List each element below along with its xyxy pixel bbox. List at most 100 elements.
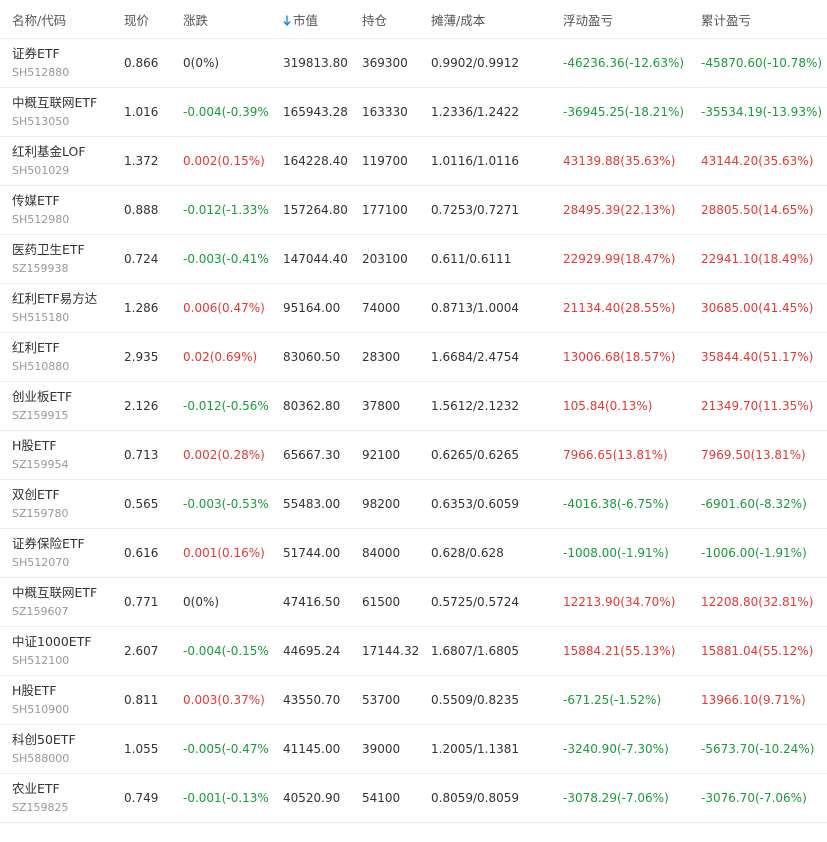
float-pl-cell: 7966.65(13.81%) [563,448,668,462]
holding-name[interactable]: 农业ETF [12,780,110,798]
change-cell: -0.012(-0.56%) [183,399,270,413]
holding-code: SZ159938 [12,262,69,275]
table-row[interactable]: 红利ETF易方达 SH515180 1.286 0.006(0.47%) 95164.0… [0,284,827,333]
total-pl-cell: -6901.60(-8.32%) [701,497,807,511]
table-row[interactable]: 证券保险ETF SH512070 0.616 0.001(0.16%) 51744.00… [0,529,827,578]
change-cell: -0.012(-1.33%) [183,203,270,217]
float-pl-cell: 13006.68(18.57%) [563,350,676,364]
holding-name[interactable]: 红利ETF [12,339,110,357]
price-cell: 0.811 [124,693,159,707]
table-row[interactable]: 中概互联网ETF SH513050 1.016 -0.004(-0.39%) 16594… [0,88,827,137]
header-market-value-label: 市值 [293,12,319,28]
holding-name-cell: 证券保险ETF SH512070 [0,535,110,571]
holding-name-cell: 证券ETF SH512880 [0,45,110,81]
holding-code: SH510880 [12,360,70,373]
market-value-cell: 65667.30 [283,448,341,462]
holding-name[interactable]: 中概互联网ETF [12,94,110,112]
header-position[interactable]: 持仓 [349,10,418,29]
table-row[interactable]: 红利ETF SH510880 2.935 0.02(0.69%) 83060.50 283… [0,333,827,382]
float-pl-cell: -3078.29(-7.06%) [563,791,669,805]
table-row[interactable]: 红利基金LOF SH501029 1.372 0.002(0.15%) 164228.4… [0,137,827,186]
cost-cell: 1.6684/2.4754 [431,350,520,364]
holding-name[interactable]: 中证1000ETF [12,633,110,651]
holding-name[interactable]: 医药卫生ETF [12,241,110,259]
cost-cell: 0.6353/0.6059 [431,497,520,511]
table-row[interactable]: H股ETF SZ159954 0.713 0.002(0.28%) 65667.30 92… [0,431,827,480]
table-row[interactable]: 中证1000ETF SH512100 2.607 -0.004(-0.15%) 4469… [0,627,827,676]
table-row[interactable]: H股ETF SH510900 0.811 0.003(0.37%) 43550.70 53… [0,676,827,725]
holding-name[interactable]: H股ETF [12,437,110,455]
price-cell: 0.565 [124,497,159,511]
float-pl-cell: -671.25(-1.52%) [563,693,662,707]
cost-cell: 0.8059/0.8059 [431,791,520,805]
holding-name[interactable]: 科创50ETF [12,731,110,749]
market-value-cell: 40520.90 [283,791,341,805]
holding-name-cell: 双创ETF SZ159780 [0,486,110,522]
change-cell: 0.02(0.69%) [183,350,258,364]
table-row[interactable]: 科创50ETF SH588000 1.055 -0.005(-0.47%) 41145.… [0,725,827,774]
header-name-code[interactable]: 名称/代码 [0,10,110,29]
change-cell: 0(0%) [183,56,220,70]
position-cell: 369300 [362,56,408,70]
price-cell: 0.749 [124,791,159,805]
total-pl-cell: 21349.70(11.35%) [701,399,814,413]
header-total-pl[interactable]: 累计盈亏 [688,10,827,29]
total-pl-cell: 7969.50(13.81%) [701,448,806,462]
table-row[interactable]: 证券ETF SH512880 0.866 0(0%) 319813.80 369300 0.… [0,39,827,88]
total-pl-cell: -3076.70(-7.06%) [701,791,807,805]
cost-cell: 1.2005/1.1381 [431,742,520,756]
position-cell: 39000 [362,742,401,756]
holding-name[interactable]: 证券ETF [12,45,110,63]
market-value-cell: 55483.00 [283,497,341,511]
market-value-cell: 41145.00 [283,742,341,756]
table-row[interactable]: 传媒ETF SH512980 0.888 -0.012(-1.33%) 157264.8… [0,186,827,235]
holding-code: SH512100 [12,654,70,667]
float-pl-cell: 15884.21(55.13%) [563,644,676,658]
header-float-pl[interactable]: 浮动盈亏 [549,10,688,29]
table-header: 名称/代码 现价 涨跌 市值 持仓 摊薄/成本 浮动盈亏 累计盈亏 [0,0,827,39]
holding-name[interactable]: 红利基金LOF [12,143,110,161]
position-cell: 54100 [362,791,401,805]
header-cost[interactable]: 摊薄/成本 [418,10,549,29]
change-cell: -0.005(-0.47%) [183,742,270,756]
change-cell: 0(0%) [183,595,220,609]
position-cell: 119700 [362,154,408,168]
header-price[interactable]: 现价 [110,10,170,29]
table-row[interactable]: 中概互联网ETF SZ159607 0.771 0(0%) 47416.50 61500 0… [0,578,827,627]
change-cell: 0.002(0.28%) [183,448,265,462]
price-cell: 1.055 [124,742,159,756]
float-pl-cell: -36945.25(-18.21%) [563,105,685,119]
holding-name[interactable]: 红利ETF易方达 [12,290,110,308]
holding-name[interactable]: 双创ETF [12,486,110,504]
holding-code: SH510900 [12,703,70,716]
holding-name[interactable]: 中概互联网ETF [12,584,110,602]
holding-name[interactable]: 传媒ETF [12,192,110,210]
cost-cell: 1.0116/1.0116 [431,154,520,168]
float-pl-cell: 43139.88(35.63%) [563,154,676,168]
table-row[interactable]: 创业板ETF SZ159915 2.126 -0.012(-0.56%) 80362.8… [0,382,827,431]
holding-code: SH512070 [12,556,70,569]
arrow-down-icon [283,15,291,26]
table-row[interactable]: 医药卫生ETF SZ159938 0.724 -0.003(-0.41%) 147044… [0,235,827,284]
cost-cell: 0.7253/0.7271 [431,203,520,217]
market-value-cell: 164228.40 [283,154,348,168]
market-value-cell: 95164.00 [283,301,341,315]
holding-name[interactable]: H股ETF [12,682,110,700]
position-cell: 61500 [362,595,401,609]
position-cell: 74000 [362,301,401,315]
change-cell: -0.004(-0.39%) [183,105,270,119]
change-cell: -0.003(-0.53%) [183,497,270,511]
header-market-value[interactable]: 市值 [270,10,349,29]
price-cell: 0.724 [124,252,159,266]
position-cell: 177100 [362,203,408,217]
cost-cell: 1.2336/1.2422 [431,105,520,119]
market-value-cell: 47416.50 [283,595,341,609]
holding-code: SZ159780 [12,507,69,520]
cost-cell: 0.9902/0.9912 [431,56,520,70]
table-row[interactable]: 双创ETF SZ159780 0.565 -0.003(-0.53%) 55483.00… [0,480,827,529]
header-change[interactable]: 涨跌 [170,10,270,29]
table-row[interactable]: 农业ETF SZ159825 0.749 -0.001(-0.13%) 40520.90… [0,774,827,823]
holding-name-cell: 中证1000ETF SH512100 [0,633,110,669]
holding-name[interactable]: 证券保险ETF [12,535,110,553]
holding-name[interactable]: 创业板ETF [12,388,110,406]
